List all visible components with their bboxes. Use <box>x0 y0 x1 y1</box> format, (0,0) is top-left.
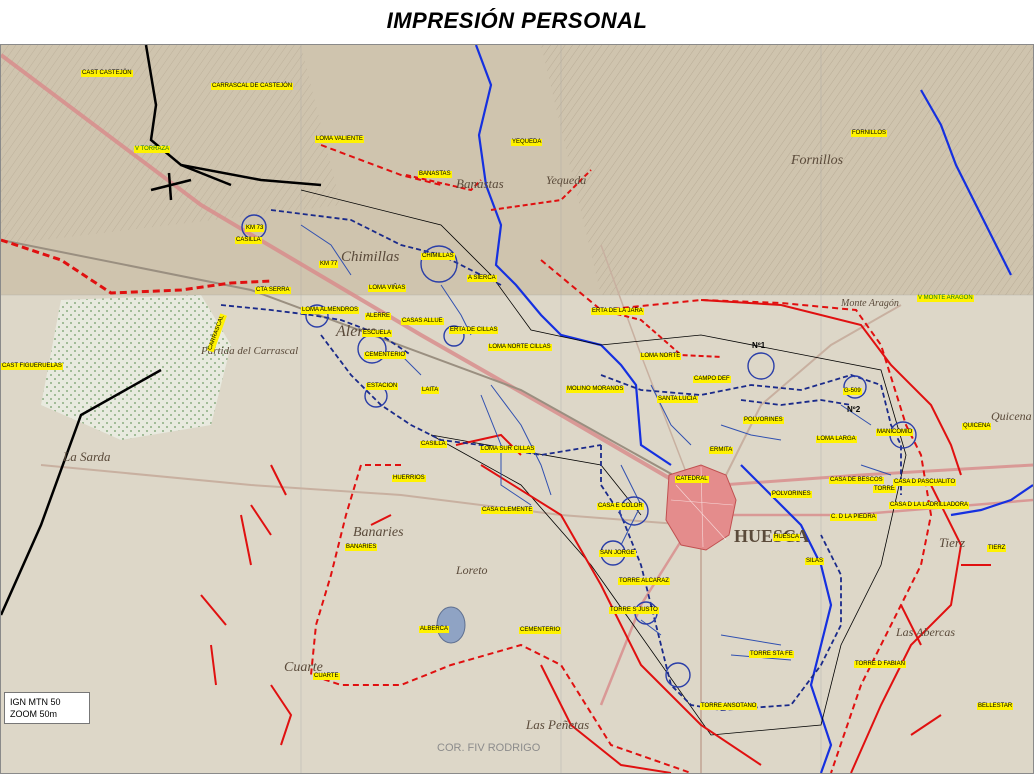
place-label: CASILLA <box>235 237 262 244</box>
map-legend: IGN MTN 50 ZOOM 50m <box>4 692 90 724</box>
place-label: V TORRAZA <box>134 146 171 153</box>
place-label: ERTA DE LA JARA <box>591 308 644 315</box>
map-text: Banaries <box>353 525 404 540</box>
map-text: La Sarda <box>63 449 111 464</box>
place-label: POLVORINES <box>771 491 812 498</box>
map-text: Loreto <box>456 563 488 577</box>
place-label: ERTA DE CILLAS <box>449 327 499 334</box>
place-label: SILAS <box>805 558 825 565</box>
place-label: FORNILLOS <box>851 130 888 137</box>
map-text: Chimillas <box>341 249 400 265</box>
map-text: Banastas <box>456 176 504 191</box>
map-text: Yequeda <box>546 173 587 187</box>
place-label: TIERZ <box>987 545 1007 552</box>
map-canvas[interactable]: Chimillas Alerre HUESCA Banaries Cuarte … <box>0 44 1034 774</box>
place-label: LOMA SUR CILLAS <box>480 446 536 453</box>
place-label: LOMA NORTE CILLAS <box>488 344 552 351</box>
place-label: V MONTE ARAGON <box>917 295 974 302</box>
place-label: YEQUEDA <box>511 139 543 146</box>
place-label: CASAS ALLUE <box>401 318 444 325</box>
place-label: TORRE ANSOTANO <box>700 703 758 710</box>
place-label: POLVORINES <box>743 417 784 424</box>
map-text: Las Abercas <box>896 625 956 639</box>
place-label: ALBERCA <box>419 626 450 633</box>
place-label: A SIERCA <box>467 275 497 282</box>
place-label: KM 73 <box>245 225 265 232</box>
place-label: TORRE S JUSTO <box>609 607 659 614</box>
place-label: CAST FIGUERUELAS <box>1 363 63 370</box>
place-label: CEMENTERIO <box>519 627 562 634</box>
place-label: CARRASCAL DE CASTEJÓN <box>211 83 294 90</box>
place-label: LOMA LARGA <box>816 436 857 443</box>
map-text: Monte Aragón <box>841 298 899 309</box>
place-label: LOMA VIÑAS <box>368 285 407 292</box>
place-label: MANICOMIO <box>876 429 914 436</box>
place-label: G-509 <box>843 388 862 395</box>
legend-line: ZOOM 50m <box>10 709 58 719</box>
position-label: Nº2 <box>847 405 861 414</box>
place-label: ESCUELA <box>362 330 393 337</box>
place-label: TORRE ALCARAZ <box>618 578 670 585</box>
place-label: ESTACION <box>366 383 399 390</box>
place-label: LOMA ALMENDROS <box>301 307 360 314</box>
place-label: BANASTAS <box>418 171 452 178</box>
place-label: CASA D LA LADRILLADORA <box>889 502 970 509</box>
place-label: LAITA <box>421 387 440 394</box>
place-label: CASILLA <box>420 441 447 448</box>
place-label: CHIMILLAS <box>421 253 455 260</box>
map-text: Tierz <box>939 535 966 550</box>
place-label: TORRE STA FE <box>749 651 794 658</box>
place-label: HUERRIOS <box>392 475 426 482</box>
place-label: C. D LA PIEDRA <box>830 514 877 521</box>
position-label: Nº1 <box>752 341 766 350</box>
place-label: SANTA LUCIA <box>657 396 698 403</box>
place-label: CAST CASTEJÓN <box>81 70 133 77</box>
place-label: CTA SERRA <box>255 287 291 294</box>
place-label: TORRE D FABIAN <box>854 661 906 668</box>
place-label: QUICENA <box>962 423 992 430</box>
place-label: BELLESTAR <box>977 703 1014 710</box>
place-label: TORRE <box>873 486 896 493</box>
place-label: CEMENTERIO <box>364 352 407 359</box>
place-label: BANARIES <box>345 544 378 551</box>
place-label: LOMA NORTE <box>640 353 682 360</box>
map-text: Quicena <box>991 409 1032 423</box>
page-title: IMPRESIÓN PERSONAL <box>386 8 648 33</box>
place-label: CASA E COLOR <box>597 503 644 510</box>
place-label: SAN JORGE <box>599 550 636 557</box>
legend-line: IGN MTN 50 <box>10 697 61 707</box>
place-label: MOLINO MORANOS <box>566 386 625 393</box>
place-label: LOMA VALIENTE <box>315 136 364 143</box>
place-label: ERMITA <box>709 447 734 454</box>
place-label: ALERRE <box>365 313 392 320</box>
place-label: CASA D PASCUALITO <box>893 479 957 486</box>
place-label: CASA DE BESCOS <box>829 477 884 484</box>
place-label: CASA CLEMENTE <box>481 507 534 514</box>
map-text: Fornillos <box>791 153 844 168</box>
alberca-pond <box>436 606 466 644</box>
map-text: Las Peñetas <box>526 717 590 732</box>
place-label: HUESCA <box>773 534 801 541</box>
map-credit: COR. FIV RODRIGO <box>437 742 541 754</box>
place-label: CAMPO DEF <box>693 376 731 383</box>
place-label: CUARTE <box>313 673 340 680</box>
place-label: KM 77 <box>319 261 339 268</box>
place-label: CATEDRAL <box>675 476 709 483</box>
